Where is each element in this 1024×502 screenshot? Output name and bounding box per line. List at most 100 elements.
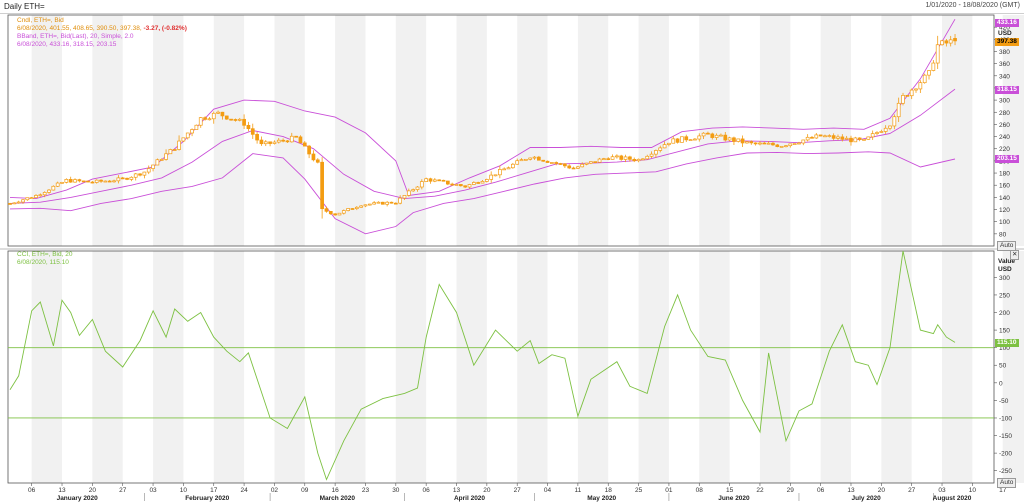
candle-body (120, 177, 125, 180)
candle-body (51, 185, 56, 191)
candle-body (823, 135, 827, 138)
price-tick-label: 120 (999, 207, 1010, 214)
cci-tick-label: 300 (999, 275, 1010, 282)
candle-ohlc-values: 6/08/2020, 401.55, 408.65, 390.50, 397.3… (17, 25, 142, 32)
cci-tick-label: 0 (999, 380, 1003, 387)
candle-body (328, 211, 333, 215)
candle-body (550, 162, 554, 164)
week-stripe-cci (213, 251, 245, 483)
candle-body (593, 161, 598, 163)
candle-body (914, 88, 918, 91)
x-tick-label: 03 (149, 487, 157, 494)
candle-body (814, 134, 819, 139)
candle-body (77, 179, 82, 182)
week-stripe-price (274, 15, 305, 246)
candle-body (411, 189, 416, 192)
candle-body (172, 149, 177, 151)
candle-body (367, 203, 372, 206)
price-tick-label: 240 (999, 134, 1010, 141)
price-tick-label: 180 (999, 171, 1010, 178)
cci-auto-button[interactable]: Auto (997, 478, 1017, 488)
candle-body (376, 201, 381, 204)
candle-body (922, 74, 927, 84)
month-label: May 2020 (587, 495, 616, 502)
candle-body (441, 179, 446, 182)
cci-tick-label: -50 (999, 398, 1009, 405)
candle-body (294, 135, 298, 138)
candle-body (805, 136, 810, 141)
candle-body (337, 212, 342, 216)
candle-body (892, 116, 897, 127)
candle-body (645, 155, 650, 160)
week-stripe-price (517, 15, 548, 246)
candle-body (354, 206, 359, 209)
candle-body (320, 161, 324, 210)
candle-body (276, 139, 281, 143)
candle-body (545, 160, 550, 163)
candle-body (944, 40, 949, 44)
candle-body (220, 111, 225, 117)
week-stripe-price (31, 15, 63, 246)
candle-body (784, 145, 788, 148)
week-stripe-price (213, 15, 245, 246)
candle-body (528, 157, 533, 160)
chart-canvas[interactable]: 8010012014016018020022024026028030032034… (0, 0, 1024, 502)
cci-tick-label: -200 (999, 451, 1012, 458)
x-axis: 06 13 20 27 03 10 17 24 02 09 16 23 30 06 13 20 27 04 11 18… (28, 483, 1007, 502)
x-tick-label: 20 (89, 487, 97, 494)
candle-body (888, 125, 892, 129)
candle-body (740, 138, 745, 144)
month-label: August 2020 (933, 495, 972, 502)
week-stripe-price (395, 15, 427, 246)
week-stripe-cci (699, 251, 730, 483)
week-stripe-price (92, 15, 123, 246)
candle-body (927, 70, 931, 76)
month-label: June 2020 (718, 495, 750, 502)
candle-body (931, 62, 936, 71)
candle-body (636, 158, 641, 162)
candle-body (675, 138, 680, 143)
candle-body (372, 202, 376, 205)
candle-body (393, 202, 398, 205)
candle-body (628, 156, 632, 160)
candle-body (445, 180, 450, 185)
candle-body (324, 208, 329, 212)
candle-body (311, 153, 316, 161)
candle-body (710, 133, 715, 138)
candle-body (580, 163, 585, 168)
candle-body (918, 82, 923, 90)
candle-body (515, 160, 520, 165)
candle-body (224, 115, 229, 120)
candle-body (485, 179, 489, 182)
candle-body (34, 195, 38, 199)
candle-body (762, 142, 767, 145)
candle-body (571, 167, 576, 170)
candle-body (12, 202, 17, 205)
candle-body (493, 174, 498, 177)
candle-body (263, 141, 268, 145)
candle-body (467, 184, 472, 188)
price-tick-label: 160 (999, 183, 1010, 190)
candle-body (42, 192, 47, 196)
week-stripe-cci (335, 251, 366, 483)
candle-body (632, 159, 637, 162)
candle-body (181, 137, 186, 142)
candle-body (619, 155, 624, 160)
candle-body (797, 142, 801, 145)
candle-body (268, 141, 272, 144)
x-tick-label: 04 (544, 487, 552, 494)
x-tick-label: 02 (271, 487, 279, 494)
cci-panel-close-icon[interactable]: ✕ (1010, 250, 1020, 260)
price-tick-label: 340 (999, 73, 1010, 80)
candle-body (857, 137, 862, 140)
cci-tick-label: 200 (999, 310, 1010, 317)
candle-body (350, 208, 355, 210)
candle-body (402, 195, 407, 199)
candle-body (801, 139, 806, 144)
candle-body (419, 181, 424, 188)
candle-body (281, 139, 285, 142)
x-tick-label: 06 (423, 487, 431, 494)
cci-axis-unit: Value USD (998, 258, 1015, 274)
candle-body (25, 197, 30, 201)
candle-body (302, 142, 307, 147)
